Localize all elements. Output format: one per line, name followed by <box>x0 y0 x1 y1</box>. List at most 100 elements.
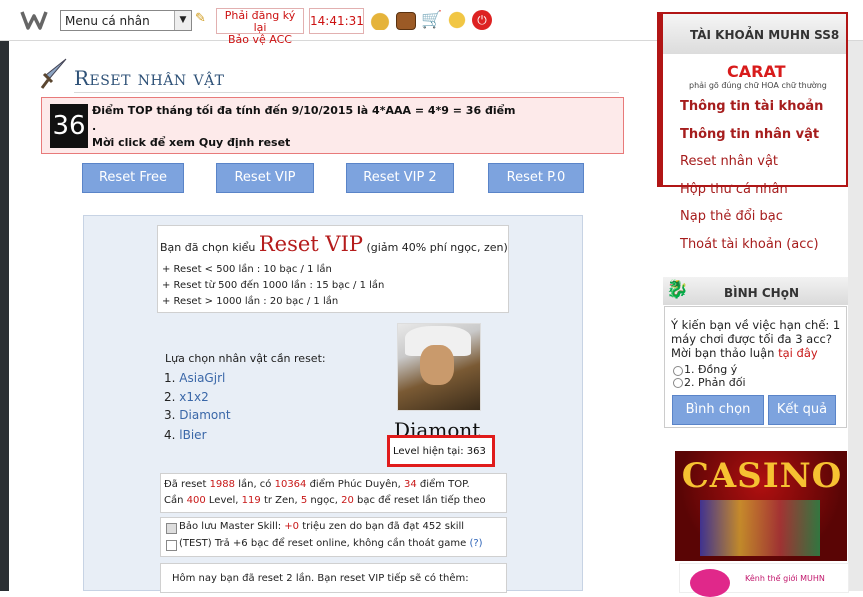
character-list-item: 2. x1x2 <box>164 390 209 404</box>
clock: 14:41:31 <box>309 8 364 34</box>
channel-logo-icon <box>690 569 730 597</box>
required-level: 400 <box>186 495 206 506</box>
character-num: 3. <box>164 408 176 422</box>
stats-text: ngọc, <box>307 495 342 506</box>
personal-menu-select-value: Menu cá nhân <box>65 14 150 28</box>
poll-radio-disagree[interactable] <box>673 378 683 388</box>
stats-text: tr Zen, <box>260 495 301 506</box>
casino-title: CASINO <box>681 456 843 496</box>
stats-text: Cần <box>164 495 187 506</box>
stats-text: điểm Phúc Duyên, <box>306 479 404 490</box>
sword-icon <box>40 58 67 89</box>
notice-line2: . <box>92 120 97 133</box>
character-link[interactable]: AsiaGjrl <box>179 371 225 385</box>
notice-number: 36 <box>50 104 88 148</box>
left-decor-strip <box>0 41 9 591</box>
right-scroll-area <box>848 41 863 591</box>
vip-prefix: Bạn đã chọn kiểu <box>160 241 259 254</box>
reset-count: 1988 <box>209 479 236 490</box>
option-value: +0 <box>284 521 300 532</box>
option-text: triệu zen do bạn đã đạt 452 skill <box>299 521 465 532</box>
poll-radio-agree[interactable] <box>673 366 683 376</box>
vote-button[interactable]: Bình chọn <box>672 395 764 425</box>
vip-suffix: (giảm 40% phí ngọc, zen) <box>363 241 508 254</box>
character-link[interactable]: lBier <box>179 428 206 442</box>
pencil-icon[interactable]: ✎ <box>195 11 206 26</box>
current-level: Level hiện tại: 363 <box>393 446 486 457</box>
online-reset-label: (TEST) Trả +6 bạc để reset online, không… <box>179 538 483 549</box>
option-text: (TEST) Trả +6 bạc để reset online, không… <box>179 538 470 549</box>
reset-vip2-button[interactable]: Reset VIP 2 <box>346 163 454 193</box>
notice-line3[interactable]: Mời click để xem Quy định reset <box>92 135 516 151</box>
account-info-link[interactable]: Thông tin tài khoản <box>680 99 823 114</box>
re-register-line1: Phải đăng ký lại <box>224 9 296 34</box>
online-reset-checkbox[interactable] <box>166 540 177 551</box>
poll-title: BÌNH CHọN <box>724 286 800 300</box>
character-list-item: 1. AsiaGjrl <box>164 371 225 385</box>
character-list-item: 3. Diamont <box>164 408 231 422</box>
poll-question: Ý kiến bạn về việc hạn chế: 1 máy chơi đ… <box>671 318 846 360</box>
reset-stats-line2: Cần 400 Level, 119 tr Zen, 5 ngọc, 20 bạ… <box>164 495 486 506</box>
reset-character-link[interactable]: Reset nhân vật <box>680 154 778 169</box>
results-button[interactable]: Kết quả <box>768 395 836 425</box>
vip-rule: + Reset < 500 lần : 10 bạc / 1 lần <box>162 264 332 275</box>
help-link[interactable]: (?) <box>469 538 482 549</box>
vip-rule: + Reset > 1000 lần : 20 bạc / 1 lần <box>162 296 339 307</box>
top-points: 34 <box>403 479 417 490</box>
topup-link[interactable]: Nạp thẻ đổi bạc <box>680 209 783 224</box>
vip-rule: + Reset từ 500 đến 1000 lần : 15 bạc / 1… <box>162 280 385 291</box>
vip-type: Reset VIP <box>258 232 364 256</box>
stats-text: bạc để reset lần tiếp theo <box>353 495 486 506</box>
inbox-link[interactable]: Hộp thư cá nhân <box>680 182 788 197</box>
reset-p0-button[interactable]: Reset P.0 <box>488 163 584 193</box>
chevron-down-icon: ▼ <box>174 11 191 30</box>
power-icon[interactable]: ⏻ <box>472 10 492 30</box>
option-text: Bảo lưu Master Skill: <box>179 521 285 532</box>
today-reset-text: Hôm nay bạn đã reset 2 lần. Bạn reset VI… <box>172 573 469 584</box>
dragon-icon: 🐉 <box>666 279 689 300</box>
channel-text: Kênh thế giới MUHN <box>745 574 825 583</box>
w-logo-icon[interactable] <box>20 8 48 32</box>
character-list-item: 4. lBier <box>164 428 207 442</box>
keep-master-skill-checkbox[interactable] <box>166 523 177 534</box>
character-link[interactable]: x1x2 <box>179 390 208 404</box>
re-register-line2: Bảo vệ ACC <box>228 33 292 46</box>
treasure-chest-icon[interactable] <box>396 12 416 30</box>
keep-master-skill-label: Bảo lưu Master Skill: +0 triệu zen do bạ… <box>179 521 464 532</box>
gift-icon[interactable] <box>447 10 467 30</box>
shopping-cart-icon[interactable]: 🛒 <box>421 10 442 30</box>
reset-vip-button[interactable]: Reset VIP <box>216 163 314 193</box>
character-info-link[interactable]: Thông tin nhân vật <box>680 127 819 142</box>
logout-link[interactable]: Thoát tài khoản (acc) <box>680 237 819 252</box>
required-zen: 119 <box>241 495 261 506</box>
page-title: Reset nhân vật <box>74 66 225 90</box>
stats-text: Đã reset <box>164 479 210 490</box>
stats-text: lần, có <box>235 479 275 490</box>
account-title: TÀI KHOẢN MUHN SS8 <box>690 28 840 42</box>
character-num: 2. <box>164 390 176 404</box>
title-divider <box>74 92 619 93</box>
stats-text: điểm TOP. <box>416 479 470 490</box>
notice-line1: Điểm TOP tháng tối đa tính đến 9/10/2015… <box>92 104 516 117</box>
poll-discuss-link[interactable]: tại đây <box>778 346 818 360</box>
character-select-label: Lựa chọn nhân vật cần reset: <box>165 352 326 365</box>
personal-menu-select[interactable]: Menu cá nhân ▼ <box>60 10 192 31</box>
reset-free-button[interactable]: Reset Free <box>82 163 184 193</box>
character-link[interactable]: Diamont <box>179 408 230 422</box>
portrait-face <box>420 345 454 385</box>
poll-option-agree: 1. Đồng ý <box>684 363 738 376</box>
username-hint: phải gõ đúng chữ HOA chữ thường <box>689 81 827 90</box>
notice-text[interactable]: Điểm TOP tháng tối đa tính đến 9/10/2015… <box>92 103 516 151</box>
character-num: 4. <box>164 428 176 442</box>
casino-characters <box>700 500 820 556</box>
required-silver: 20 <box>341 495 354 506</box>
money-bag-icon[interactable] <box>370 10 390 30</box>
stats-text: Level, <box>205 495 242 506</box>
character-num: 1. <box>164 371 176 385</box>
username: CARAT <box>727 62 786 81</box>
reset-stats-line1: Đã reset 1988 lần, có 10364 điểm Phúc Du… <box>164 479 470 490</box>
re-register-link[interactable]: Phải đăng ký lại Bảo vệ ACC <box>216 8 304 46</box>
poll-option-disagree: 2. Phản đối <box>684 376 746 389</box>
fortune-points: 10364 <box>274 479 307 490</box>
vip-chosen-text: Bạn đã chọn kiểu Reset VIP (giảm 40% phí… <box>160 232 508 256</box>
